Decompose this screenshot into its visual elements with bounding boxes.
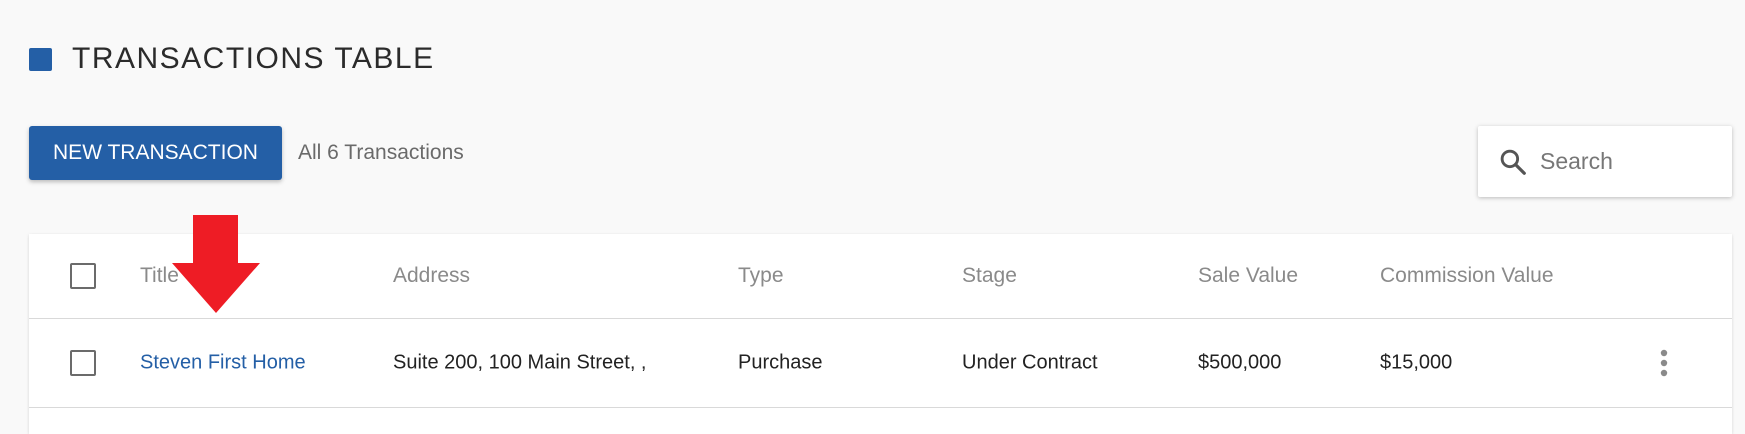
annotation-arrow-down-icon bbox=[172, 215, 260, 313]
select-all-checkbox[interactable] bbox=[70, 263, 96, 289]
search-box[interactable] bbox=[1478, 126, 1732, 197]
search-input[interactable] bbox=[1540, 148, 1710, 175]
transaction-stage: Under Contract bbox=[962, 351, 1098, 374]
new-transaction-button[interactable]: NEW TRANSACTION bbox=[29, 126, 282, 180]
transaction-count: All 6 Transactions bbox=[298, 141, 464, 164]
transaction-type: Purchase bbox=[738, 351, 823, 374]
search-icon bbox=[1500, 149, 1526, 175]
column-header-address[interactable]: Address bbox=[393, 264, 470, 288]
more-options-icon[interactable] bbox=[1658, 348, 1670, 378]
transaction-sale-value: $500,000 bbox=[1198, 351, 1282, 374]
column-header-commission-value[interactable]: Commission Value bbox=[1380, 264, 1554, 288]
row-checkbox[interactable] bbox=[70, 350, 96, 376]
column-header-sale-value[interactable]: Sale Value bbox=[1198, 264, 1298, 288]
transaction-address: Suite 200, 100 Main Street, , bbox=[393, 351, 647, 374]
header-square-icon bbox=[29, 47, 52, 71]
transactions-table: Title Address Type Stage Sale Value Comm… bbox=[29, 234, 1732, 434]
transaction-title-link[interactable]: Steven First Home bbox=[140, 352, 306, 375]
table-row[interactable]: Steven First Home Suite 200, 100 Main St… bbox=[29, 319, 1732, 408]
page-title: TRANSACTIONS TABLE bbox=[72, 42, 435, 75]
column-header-type[interactable]: Type bbox=[738, 264, 784, 288]
column-header-stage[interactable]: Stage bbox=[962, 264, 1017, 288]
page-header: TRANSACTIONS TABLE bbox=[29, 42, 435, 76]
transaction-commission-value: $15,000 bbox=[1380, 351, 1453, 374]
table-header-row: Title Address Type Stage Sale Value Comm… bbox=[29, 234, 1732, 319]
